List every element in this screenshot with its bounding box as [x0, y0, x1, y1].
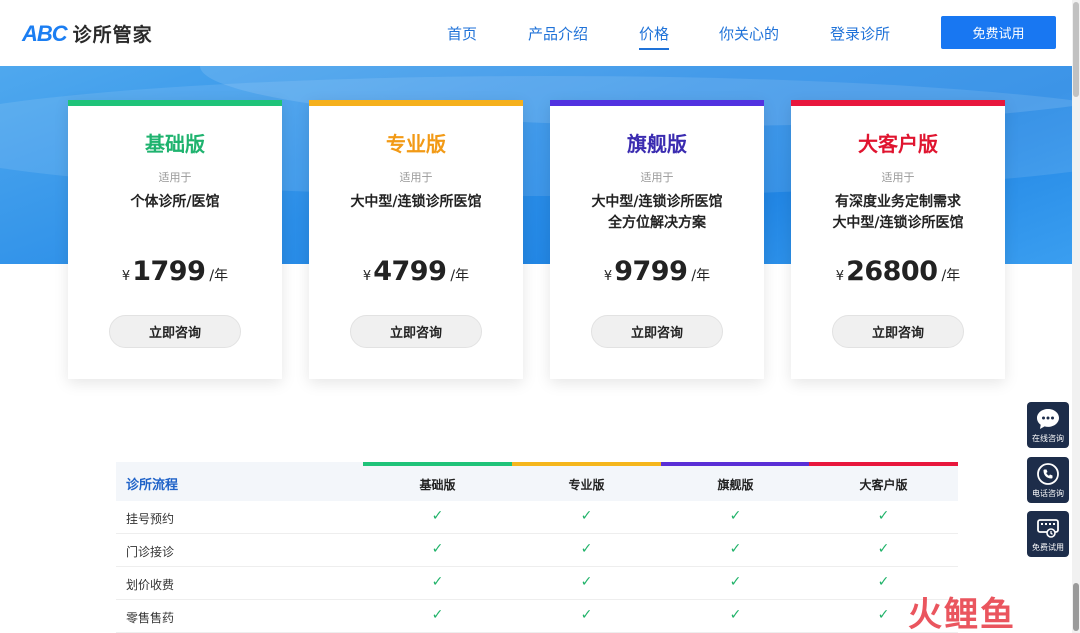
watermark: 火鲤鱼: [908, 595, 1016, 633]
price-amount: 4799: [373, 256, 447, 287]
check-icon: ✓: [729, 607, 742, 623]
table-row: 挂号预约 ✓ ✓ ✓ ✓: [116, 501, 958, 534]
consult-button[interactable]: 立即咨询: [109, 315, 241, 348]
plan-title: 旗舰版: [627, 132, 687, 156]
plan-color-bar: [550, 100, 764, 106]
price-unit: /年: [209, 268, 229, 284]
trial-icon: [1027, 516, 1069, 540]
column-header: 旗舰版: [717, 478, 754, 492]
check-icon: ✓: [580, 574, 593, 590]
plan-title: 大客户版: [858, 132, 938, 156]
scrollbar-thumb-lower[interactable]: [1073, 583, 1079, 631]
plan-for-label: 适用于: [640, 171, 674, 184]
check-icon: ✓: [580, 508, 593, 524]
check-icon: ✓: [729, 574, 742, 590]
currency-symbol: ¥: [121, 269, 131, 284]
consult-button[interactable]: 立即咨询: [350, 315, 482, 348]
table-row: 划价收费 ✓ ✓ ✓ ✓: [116, 567, 958, 600]
column-color-bar: [661, 462, 809, 466]
check-icon: ✓: [877, 508, 890, 524]
column-header: 大客户版: [859, 478, 908, 492]
check-icon: ✓: [431, 541, 444, 557]
phone-icon: [1027, 462, 1069, 486]
plan-card-enterprise: 大客户版 适用于 有深度业务定制需求 大中型/连锁诊所医馆 ¥ 26800 /年…: [791, 100, 1005, 379]
check-icon: ✓: [431, 508, 444, 524]
plan-target: 有深度业务定制需求 大中型/连锁诊所医馆: [832, 194, 964, 231]
column-color-bar: [363, 462, 512, 466]
plan-card-basic: 基础版 适用于 个体诊所/医馆 ¥ 1799 /年 立即咨询: [68, 100, 282, 379]
currency-symbol: ¥: [603, 269, 613, 284]
plan-target: 大中型/连锁诊所医馆 全方位解决方案: [591, 194, 723, 231]
plan-for-label: 适用于: [881, 171, 915, 184]
plan-for-label: 适用于: [158, 171, 192, 184]
nav-product[interactable]: 产品介绍: [528, 23, 588, 44]
check-icon: ✓: [580, 607, 593, 623]
plan-color-bar: [309, 100, 523, 106]
chat-icon: [1027, 407, 1069, 431]
price-unit: /年: [941, 268, 961, 284]
comparison-table: 诊所流程 基础版 专业版 旗舰版 大客户版 挂号预约 ✓ ✓ ✓ ✓ 门诊接诊 ✓ ✓ ✓ ✓ 划价…: [116, 462, 958, 633]
logo-name: 诊所管家: [72, 24, 153, 46]
nav-pricing[interactable]: 价格: [639, 23, 670, 50]
price-unit: /年: [450, 268, 470, 284]
column-header: 专业版: [568, 478, 605, 492]
price-amount: 1799: [132, 256, 206, 287]
plan-card-flagship: 旗舰版 适用于 大中型/连锁诊所医馆 全方位解决方案 ¥ 9799 /年 立即咨…: [550, 100, 764, 379]
row-label: 门诊接诊: [126, 545, 175, 559]
plan-price: ¥ 26800 /年: [791, 256, 1005, 287]
plan-color-bar: [68, 100, 282, 106]
plan-price: ¥ 4799 /年: [309, 256, 523, 287]
plan-target: 大中型/连锁诊所医馆: [350, 194, 482, 210]
check-icon: ✓: [431, 574, 444, 590]
free-trial-button[interactable]: 免费试用: [941, 16, 1056, 49]
row-label: 划价收费: [126, 578, 175, 592]
plan-title: 专业版: [386, 132, 446, 156]
table-body: 挂号预约 ✓ ✓ ✓ ✓ 门诊接诊 ✓ ✓ ✓ ✓ 划价收费 ✓ ✓ ✓ ✓ 零售售药 ✓ ✓ ✓ ✓: [116, 501, 958, 633]
table-row: 门诊接诊 ✓ ✓ ✓ ✓: [116, 534, 958, 567]
plan-title: 基础版: [145, 132, 205, 156]
plan-card-pro: 专业版 适用于 大中型/连锁诊所医馆 ¥ 4799 /年 立即咨询: [309, 100, 523, 379]
online-consult-button[interactable]: 在线咨询: [1027, 402, 1069, 448]
plan-color-bar: [791, 100, 1005, 106]
nav-faq[interactable]: 你关心的: [719, 23, 779, 44]
logo-abc: ABC: [22, 21, 68, 46]
phone-consult-label: 电话咨询: [1032, 489, 1064, 498]
table-row: 零售售药 ✓ ✓ ✓ ✓: [116, 600, 958, 633]
page-scrollbar[interactable]: [1072, 0, 1080, 633]
table-header: 诊所流程 基础版 专业版 旗舰版 大客户版: [116, 462, 958, 501]
plan-price: ¥ 9799 /年: [550, 256, 764, 287]
currency-symbol: ¥: [362, 269, 372, 284]
phone-consult-button[interactable]: 电话咨询: [1027, 457, 1069, 503]
price-amount: 9799: [614, 256, 688, 287]
consult-button[interactable]: 立即咨询: [832, 315, 964, 348]
check-icon: ✓: [729, 508, 742, 524]
side-trial-button[interactable]: 免费试用: [1027, 511, 1069, 557]
section-title: 诊所流程: [126, 478, 179, 493]
row-label: 零售售药: [126, 611, 175, 625]
site-header: ABC 诊所管家 首页 产品介绍 价格 你关心的 登录诊所 免费试用: [0, 0, 1072, 66]
logo[interactable]: ABC 诊所管家: [22, 20, 153, 47]
nav-home[interactable]: 首页: [447, 23, 477, 44]
plan-price: ¥ 1799 /年: [68, 256, 282, 287]
check-icon: ✓: [877, 541, 890, 557]
column-color-bar: [809, 462, 958, 466]
online-consult-label: 在线咨询: [1032, 434, 1064, 443]
plan-target: 个体诊所/医馆: [130, 194, 220, 210]
check-icon: ✓: [580, 541, 593, 557]
plan-for-label: 适用于: [399, 171, 433, 184]
scrollbar-thumb[interactable]: [1073, 2, 1079, 97]
consult-button[interactable]: 立即咨询: [591, 315, 723, 348]
check-icon: ✓: [729, 541, 742, 557]
nav-login[interactable]: 登录诊所: [830, 23, 890, 44]
side-trial-label: 免费试用: [1032, 543, 1064, 552]
row-label: 挂号预约: [126, 512, 175, 526]
column-header: 基础版: [419, 478, 456, 492]
check-icon: ✓: [431, 607, 444, 623]
currency-symbol: ¥: [835, 269, 845, 284]
column-color-bar: [512, 462, 661, 466]
price-amount: 26800: [846, 256, 938, 287]
price-unit: /年: [691, 268, 711, 284]
